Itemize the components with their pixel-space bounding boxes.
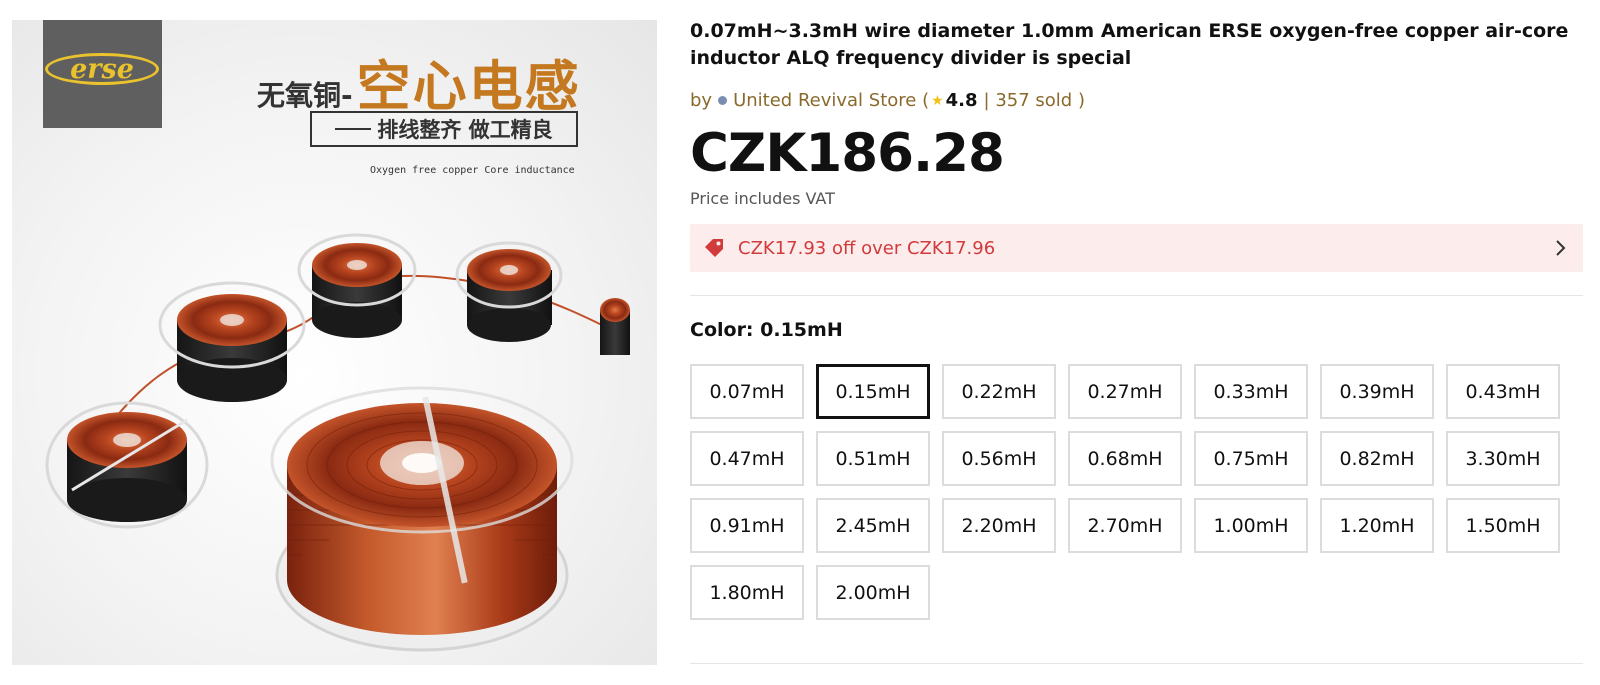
color-option-button[interactable]: 0.91mH xyxy=(690,498,804,553)
color-option-button[interactable]: 0.15mH xyxy=(816,364,930,419)
store-rating: 4.8 xyxy=(945,90,978,111)
color-option-button[interactable]: 0.33mH xyxy=(1194,364,1308,419)
color-option-button[interactable]: 2.00mH xyxy=(816,565,930,620)
chevron-right-icon[interactable] xyxy=(1555,238,1567,258)
image-headline: 无氧铜- 空心电感 xyxy=(257,42,581,121)
image-caption: Oxygen free copper Core inductance xyxy=(370,165,575,176)
color-option-button[interactable]: 0.22mH xyxy=(942,364,1056,419)
logo-text: erse xyxy=(70,53,134,85)
color-option-button[interactable]: 0.56mH xyxy=(942,431,1056,486)
divider xyxy=(690,663,1583,664)
color-option-button[interactable]: 1.20mH xyxy=(1320,498,1434,553)
divider xyxy=(690,295,1583,296)
color-label: Color: 0.15mH xyxy=(690,319,843,341)
sold-count: | 357 sold ) xyxy=(983,90,1085,111)
color-options: 0.07mH 0.15mH 0.22mH 0.27mH 0.33mH 0.39mH 0.43… xyxy=(690,364,1560,620)
color-option-button[interactable]: 0.51mH xyxy=(816,431,930,486)
promo-banner[interactable]: CZK17.93 off over CZK17.96 xyxy=(690,224,1583,272)
color-option-button[interactable]: 0.07mH xyxy=(690,364,804,419)
color-option-button[interactable]: 0.82mH xyxy=(1320,431,1434,486)
color-option-button[interactable]: 2.20mH xyxy=(942,498,1056,553)
color-option-button[interactable]: 0.43mH xyxy=(1446,364,1560,419)
color-option-button[interactable]: 0.68mH xyxy=(1068,431,1182,486)
logo-oval: erse xyxy=(45,53,159,85)
color-option-button[interactable]: 1.50mH xyxy=(1446,498,1560,553)
color-option-button[interactable]: 0.47mH xyxy=(690,431,804,486)
color-option-button[interactable]: 1.80mH xyxy=(690,565,804,620)
store-name-link[interactable]: United Revival Store ( xyxy=(733,90,929,111)
brand-logo: erse xyxy=(43,20,162,128)
star-icon: ★ xyxy=(931,92,944,109)
promo-text: CZK17.93 off over CZK17.96 xyxy=(738,237,996,259)
image-tagline: 排线整齐 做工精良 xyxy=(310,111,578,147)
color-option-button[interactable]: 0.39mH xyxy=(1320,364,1434,419)
store-line: by United Revival Store ( ★ 4.8 | 357 so… xyxy=(690,90,1085,111)
color-option-button[interactable]: 2.45mH xyxy=(816,498,930,553)
by-label: by xyxy=(690,90,713,111)
product-image[interactable]: erse 无氧铜- 空心电感 排线整齐 做工精良 Oxygen free cop… xyxy=(12,20,657,665)
vat-note: Price includes VAT xyxy=(690,189,835,208)
headline-small: 无氧铜- xyxy=(257,79,353,112)
price-tag-icon xyxy=(705,239,723,257)
store-badge-icon xyxy=(718,96,728,105)
price: CZK186.28 xyxy=(690,123,1005,184)
color-option-button[interactable]: 3.30mH xyxy=(1446,431,1560,486)
tagline-text: 排线整齐 做工精良 xyxy=(377,118,553,142)
headline-big: 空心电感 xyxy=(356,55,581,118)
tagline-dash xyxy=(335,128,372,130)
color-option-button[interactable]: 0.27mH xyxy=(1068,364,1182,419)
color-option-button[interactable]: 2.70mH xyxy=(1068,498,1182,553)
color-option-button[interactable]: 1.00mH xyxy=(1194,498,1308,553)
product-title: 0.07mH~3.3mH wire diameter 1.0mm America… xyxy=(690,20,1569,69)
color-option-button[interactable]: 0.75mH xyxy=(1194,431,1308,486)
